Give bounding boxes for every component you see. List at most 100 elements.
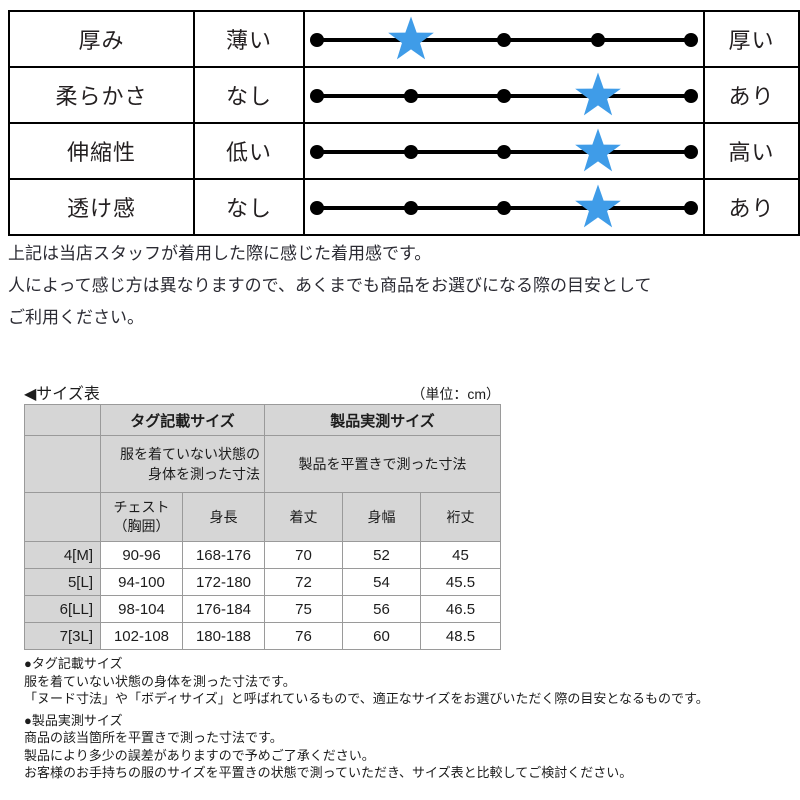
table-row: 厚み 薄い 厚い: [8, 10, 800, 68]
size-label-cell: 5[L]: [24, 568, 101, 596]
height-value-cell: 168-176: [182, 541, 265, 569]
scale-dot: [403, 89, 418, 103]
scale-dot: [590, 201, 605, 215]
header-desc-tag: 服を着ていない状態の 身体を測った寸法: [100, 435, 265, 493]
scale-dot: [590, 145, 605, 159]
sleeve-value-cell: 46.5: [419, 595, 502, 623]
scale-dot: [684, 201, 698, 215]
header-desc-product: 製品を平置きで測った寸法: [263, 435, 502, 493]
rating-scale-cell: [303, 66, 705, 124]
header-desc-tag-line-2: 身体を測った寸法: [148, 466, 260, 482]
table-row: 柔らかさ なし あり: [8, 66, 800, 124]
table-row: 伸縮性 低い 高い: [8, 122, 800, 180]
chest-value-cell: 102-108: [100, 622, 183, 650]
scale-dot: [497, 145, 511, 159]
scale-dot: [403, 145, 418, 159]
note-product-size-title: ●製品実測サイズ: [24, 712, 123, 728]
size-table-corner-cell: [24, 404, 101, 436]
sleeve-value-cell: 45: [419, 541, 502, 569]
table-row: 7[3L] 102-108 180-188 76 60 48.5: [24, 622, 502, 650]
table-row: 5[L] 94-100 172-180 72 54 45.5: [24, 568, 502, 596]
size-label-cell: 4[M]: [24, 541, 101, 569]
scale-dot: [310, 201, 324, 215]
size-label-cell: 7[3L]: [24, 622, 101, 650]
table-row: 透け感 なし あり: [8, 178, 800, 236]
scale-dot: [310, 145, 324, 159]
size-header-column-row: チェスト （胸囲） 身長 着丈 身幅 裄丈: [24, 492, 502, 542]
disclaimer-line-3: ご利用ください。: [8, 308, 144, 327]
header-group-tag-size: タグ記載サイズ: [100, 404, 265, 436]
height-value-cell: 172-180: [182, 568, 265, 596]
width-value-cell: 60: [342, 622, 421, 650]
size-label-cell: 6[LL]: [24, 595, 101, 623]
size-chart-title: ◀サイズ表: [24, 386, 100, 403]
size-header-group-row: タグ記載サイズ 製品実測サイズ: [24, 404, 502, 436]
scale-dot: [684, 145, 698, 159]
column-header-width: 身幅: [342, 492, 421, 542]
rating-attribute-label: 厚み: [8, 10, 195, 68]
column-header-chest: チェスト （胸囲）: [100, 492, 183, 542]
note-tag-size-line-2: 「ヌード寸法」や「ボディサイズ」と呼ばれているもので、適正なサイズをお選びいただ…: [24, 691, 709, 706]
column-header-chest-line-1: チェスト: [113, 499, 170, 515]
rating-scale: [305, 12, 703, 66]
note-product-size-line-3: お客様のお手持ちの服のサイズを平置きの状態で測っていただき、サイズ表と比較してご…: [24, 765, 633, 780]
width-value-cell: 56: [342, 595, 421, 623]
table-row: 4[M] 90-96 168-176 70 52 45: [24, 541, 502, 569]
column-header-chest-line-2: （胸囲）: [113, 518, 170, 534]
size-table-corner-cell: [24, 435, 101, 493]
sleeve-value-cell: 48.5: [419, 622, 502, 650]
scale-dot: [497, 33, 511, 47]
note-product-size-line-2: 製品により多少の誤差がありますので予めご了承ください。: [24, 747, 375, 763]
column-header-height: 身長: [182, 492, 265, 542]
note-tag-size-line-1: 服を着ていない状態の身体を測った寸法です。: [24, 673, 296, 689]
sleeve-value-cell: 45.5: [419, 568, 502, 596]
chest-value-cell: 90-96: [100, 541, 183, 569]
note-product-size-line-1: 商品の該当箇所を平置きで測った寸法です。: [24, 730, 283, 745]
scale-dot: [497, 89, 511, 103]
scale-dot: [310, 33, 324, 47]
column-header-length: 着丈: [264, 492, 343, 542]
size-table-body: タグ記載サイズ 製品実測サイズ 服を着ていない状態の 身体を測った寸法 製品を平…: [24, 404, 502, 650]
disclaimer-line-2: 人によって感じ方は異なりますので、あくまでも商品をお選びになる際の目安として: [8, 276, 652, 295]
length-value-cell: 75: [264, 595, 343, 623]
size-chart-unit-note: （単位：cm）: [411, 386, 500, 402]
rating-left-label: なし: [193, 178, 305, 236]
rating-attribute-label: 伸縮性: [8, 122, 195, 180]
scale-dot: [310, 89, 324, 103]
rating-right-label: 高い: [703, 122, 800, 180]
rating-left-label: 薄い: [193, 10, 305, 68]
header-group-product-size: 製品実測サイズ: [263, 404, 502, 436]
height-value-cell: 176-184: [182, 595, 265, 623]
size-chart-table: タグ記載サイズ 製品実測サイズ 服を着ていない状態の 身体を測った寸法 製品を平…: [24, 404, 502, 650]
column-header-sleeve: 裄丈: [419, 492, 502, 542]
rating-right-label: あり: [703, 178, 800, 236]
scale-dot: [684, 89, 698, 103]
length-value-cell: 70: [264, 541, 343, 569]
rating-scale-cell: [303, 178, 705, 236]
width-value-cell: 52: [342, 541, 421, 569]
rating-scale-cell: [303, 10, 705, 68]
rating-scale: [305, 124, 703, 178]
size-header-desc-row: 服を着ていない状態の 身体を測った寸法 製品を平置きで測った寸法: [24, 435, 502, 493]
size-chart-notes: ●タグ記載サイズ 服を着ていない状態の身体を測った寸法です。 「ヌード寸法」や「…: [24, 655, 784, 782]
rating-attribute-label: 透け感: [8, 178, 195, 236]
table-row: 6[LL] 98-104 176-184 75 56 46.5: [24, 595, 502, 623]
scale-dot: [403, 201, 418, 215]
rating-attribute-label: 柔らかさ: [8, 66, 195, 124]
rating-scale: [305, 68, 703, 122]
header-desc-tag-line-1: 服を着ていない状態の: [120, 446, 260, 462]
width-value-cell: 54: [342, 568, 421, 596]
rating-scale: [305, 180, 703, 234]
length-value-cell: 72: [264, 568, 343, 596]
scale-dot: [497, 201, 511, 215]
size-chart-heading-row: ◀サイズ表 （単位：cm）: [24, 380, 500, 404]
rating-disclaimer: 上記は当店スタッフが着用した際に感じた着用感です。 人によって感じ方は異なります…: [8, 238, 778, 334]
scale-dot: [590, 33, 605, 47]
rating-left-label: 低い: [193, 122, 305, 180]
rating-right-label: あり: [703, 66, 800, 124]
note-tag-size-title: ●タグ記載サイズ: [24, 656, 123, 671]
scale-dot: [590, 89, 605, 103]
rating-table-body: 厚み 薄い 厚い 柔らかさ なし あり 伸縮性 低い 高い 透け感 なし あり: [8, 10, 800, 236]
disclaimer-line-1: 上記は当店スタッフが着用した際に感じた着用感です。: [8, 244, 432, 263]
chest-value-cell: 94-100: [100, 568, 183, 596]
